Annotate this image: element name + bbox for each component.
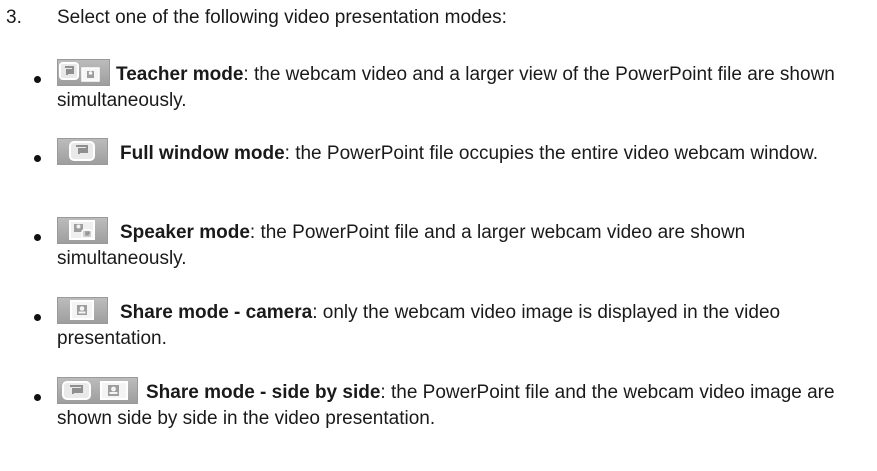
mode-title: Share mode - side by side — [146, 382, 381, 403]
list-item-full-window-mode: Full window mode: the PowerPoint file oc… — [0, 138, 877, 210]
bullet-icon — [34, 314, 41, 321]
mode-title: Full window mode — [120, 143, 285, 164]
list-item-share-mode-camera: Share mode - camera: only the webcam vid… — [0, 297, 877, 369]
bullet-icon — [34, 234, 41, 241]
mode-description: Full window mode: the PowerPoint file oc… — [57, 141, 847, 167]
mode-title: Speaker mode — [120, 222, 250, 243]
list-item-share-mode-side-by-side: Share mode - side by side: the PowerPoin… — [0, 377, 877, 449]
mode-list: Teacher mode: the webcam video and a lar… — [0, 0, 877, 471]
mode-title: Teacher mode — [116, 64, 244, 85]
mode-description: Teacher mode: the webcam video and a lar… — [57, 62, 847, 114]
mode-description: Speaker mode: the PowerPoint file and a … — [57, 220, 847, 272]
list-item-speaker-mode: Speaker mode: the PowerPoint file and a … — [0, 217, 877, 289]
mode-description: Share mode - side by side: the PowerPoin… — [57, 380, 847, 432]
bullet-icon — [34, 76, 41, 83]
mode-title: Share mode - camera — [120, 302, 313, 323]
mode-description-text: : the PowerPoint file occupies the entir… — [284, 143, 819, 164]
mode-description: Share mode - camera: only the webcam vid… — [57, 300, 847, 352]
bullet-icon — [34, 394, 41, 401]
list-item-teacher-mode: Teacher mode: the webcam video and a lar… — [0, 59, 877, 131]
bullet-icon — [34, 155, 41, 162]
